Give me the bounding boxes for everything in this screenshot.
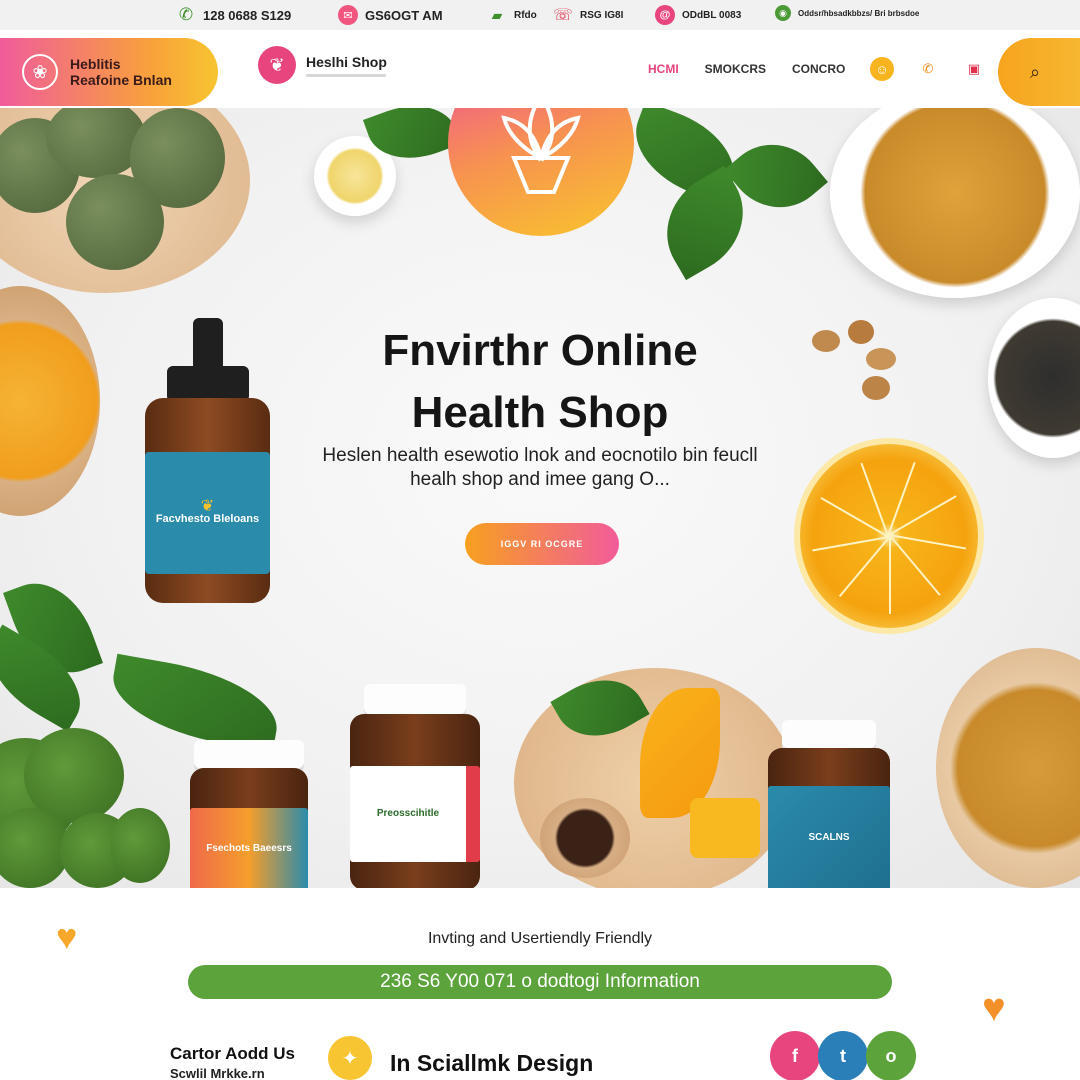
hero-subtitle: Heslen health esewotio lnok and eocnotil… <box>270 444 810 492</box>
call-item[interactable]: ☏ RSG IG8I <box>553 5 623 25</box>
supplement-jar-image: SCALNS <box>768 720 890 888</box>
email-item[interactable]: ✉ GS6OGT AM <box>338 5 443 25</box>
call-text: RSG IG8I <box>580 9 624 21</box>
brand-line-1: Heblitis <box>70 56 121 72</box>
bottle-logo-icon: ❦ <box>200 498 215 515</box>
jar2-label-text: Preosscihitle <box>376 808 440 819</box>
heart-icon: ♥ <box>982 986 1006 1030</box>
jar-label: Preosscihitle <box>350 766 480 862</box>
phone-item[interactable]: ✆ 128 0688 S129 <box>176 5 291 25</box>
hero-title-line-1: Fnvirthr Online <box>382 326 698 375</box>
flower-logo-icon: ❀ <box>22 54 58 90</box>
header-icons: ☺ ✆ ▣ <box>870 57 986 81</box>
shop-tagline-bar <box>306 73 386 77</box>
bottle-cap <box>167 366 249 402</box>
email-text: GS6OGT AM <box>365 7 443 23</box>
hero-section: ❦ Facvhesto Bleloans Fnvirthr Online Hea… <box>0 108 1080 888</box>
nav-contact-link[interactable]: CONCRO <box>792 62 845 76</box>
jar-label: Fsechots Baeesrs <box>190 808 308 888</box>
jar3-label-text: SCALNS <box>808 832 850 843</box>
supplement-jar-image: Preosscihitle <box>350 684 480 888</box>
brand-name: Heblitis Reafoine Bnlan <box>70 56 172 88</box>
search-icon: ⌕ <box>1030 61 1041 82</box>
note-text: Oddsr/hbsadkbbzs/ Bri brbsdoe <box>798 8 920 18</box>
twitter-icon[interactable]: t <box>818 1031 868 1080</box>
at-icon: @ <box>655 5 675 25</box>
orange-wedge-image <box>690 798 760 858</box>
tagline: Invting and Usertiendly Friendly <box>427 930 653 947</box>
lotus-emblem-icon <box>448 108 634 236</box>
shop-name: Heslhi Shop <box>306 53 387 70</box>
herb-bowl-image <box>988 298 1080 458</box>
phone-icon[interactable]: ✆ <box>916 57 940 81</box>
mail-text: ODdBL 0083 <box>682 9 742 21</box>
hero-cta-button[interactable]: IGGV RI OCGRE <box>465 523 619 565</box>
shop-logo-block[interactable]: ❦ Heslhi Shop <box>258 46 387 84</box>
nut-image <box>862 376 890 400</box>
broccoli-image <box>110 808 170 883</box>
lock-icon[interactable]: ▣ <box>962 57 986 81</box>
call-icon: ☏ <box>553 7 574 24</box>
apricot-dish-image <box>0 286 100 516</box>
top-contact-bar: ✆ 128 0688 S129 ✉ GS6OGT AM ▰ Rfdo ☏ RSG… <box>0 0 1080 30</box>
mail-item[interactable]: @ ODdBL 0083 <box>655 5 741 25</box>
lotus-emblem-svg <box>501 108 581 194</box>
nut-image <box>866 348 896 370</box>
shop-logo-icon: ❦ <box>258 46 296 84</box>
jar1-label-text: Fsechots Baeesrs <box>206 843 292 854</box>
social-links: f t o <box>770 1031 916 1080</box>
hero-title-line-2: Health Shop <box>411 388 669 437</box>
search-button[interactable]: ⌕ <box>998 38 1080 106</box>
cart-item[interactable]: ▰ Rfdo <box>487 5 537 25</box>
chat-icon[interactable]: ☺ <box>870 57 894 81</box>
nut-bowl-image <box>936 648 1080 888</box>
jar-lid <box>364 684 466 718</box>
phone-icon: ✆ <box>178 5 194 24</box>
nut-bowl-image <box>830 108 1080 298</box>
hand-icon: ✦ <box>328 1036 372 1080</box>
facebook-icon[interactable]: f <box>770 1031 820 1080</box>
note-item[interactable]: ◉ Oddsr/hbsadkbbzs/ Bri brbsdoe <box>775 5 919 21</box>
truck-icon: ▰ <box>491 6 503 23</box>
instagram-icon[interactable]: o <box>866 1031 916 1080</box>
contact-line-2: Scwlil Mrkke.rn <box>170 1066 265 1080</box>
bottom-section: ♥ ♥ Invting and Usertiendly Friendly 236… <box>0 888 1080 1080</box>
leaf-image <box>105 653 285 753</box>
brand-line-2: Reafoine Bnlan <box>70 72 172 88</box>
bottle-label: ❦ Facvhesto Bleloans <box>145 452 270 574</box>
nut-image <box>848 320 874 344</box>
orange-slice-image <box>794 438 984 634</box>
nav-home-link[interactable]: HCMI <box>648 62 679 76</box>
info-bar[interactable]: 236 S6 Y00 071 o dodtogi Information <box>188 965 892 999</box>
jar-label: SCALNS <box>768 786 890 888</box>
brand-pill[interactable]: ❀ Heblitis Reafoine Bnlan <box>0 38 218 106</box>
hero-subtitle-line-1: Heslen health esewotio lnok and eocnotil… <box>322 445 758 466</box>
envelope-icon: ✉ <box>338 5 358 25</box>
nav-smokers-link[interactable]: SMOKCRS <box>705 62 766 76</box>
spice-scoop-image <box>540 798 630 878</box>
contact-line-1: Cartor Aodd Us <box>170 1044 295 1063</box>
bottle-label-text: Facvhesto Bleloans <box>155 513 260 525</box>
hero-title: Fnvirthr Online Health Shop <box>240 320 840 444</box>
green-ball-image <box>66 174 164 270</box>
cart-text: Rfdo <box>514 9 537 21</box>
hero-subtitle-line-2: healh shop and imee gang O... <box>410 469 670 490</box>
globe-icon: ◉ <box>775 5 791 21</box>
social-title: In Sciallmk Design <box>390 1050 594 1076</box>
phone-text: 128 0688 S129 <box>203 7 292 23</box>
contact-block[interactable]: Cartor Aodd Us Scwlil Mrkke.rn <box>170 1044 295 1080</box>
main-nav: HCMI SMOKCRS CONCRO <box>648 62 845 76</box>
supplement-jar-image: Fsechots Baeesrs <box>190 740 308 888</box>
site-header: ❀ Heblitis Reafoine Bnlan ❦ Heslhi Shop … <box>0 30 1080 108</box>
heart-icon: ♥ <box>56 916 78 957</box>
